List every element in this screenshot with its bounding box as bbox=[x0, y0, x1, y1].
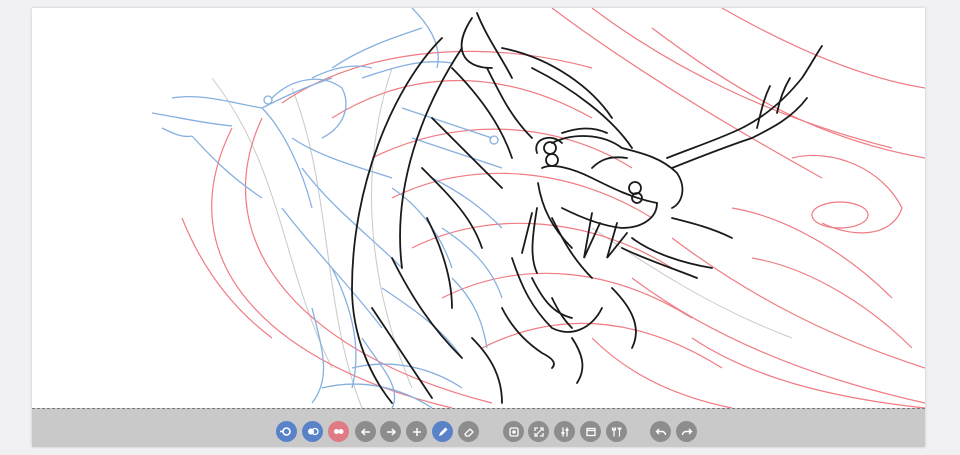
tools-button[interactable] bbox=[606, 421, 627, 442]
fit-view-button[interactable] bbox=[528, 421, 549, 442]
arrow-left-icon bbox=[360, 426, 372, 438]
arrow-right-icon bbox=[385, 426, 397, 438]
previous-frame-button[interactable] bbox=[355, 421, 376, 442]
rough-sketch-layer bbox=[181, 8, 925, 408]
layer-color-icon bbox=[332, 425, 345, 438]
plus-icon bbox=[411, 426, 423, 438]
undo-icon bbox=[655, 426, 667, 438]
sliders-icon bbox=[559, 426, 571, 438]
bottom-toolbar bbox=[32, 408, 925, 447]
ink-layer bbox=[351, 12, 823, 404]
pen-tool-button[interactable] bbox=[432, 421, 453, 442]
expand-icon bbox=[533, 426, 545, 438]
pen-icon bbox=[437, 426, 449, 438]
drawing-canvas[interactable] bbox=[32, 8, 925, 408]
visibility-toggle-icon bbox=[280, 425, 293, 438]
redo-icon bbox=[681, 426, 693, 438]
frames-button[interactable] bbox=[580, 421, 601, 442]
adjust-button[interactable] bbox=[554, 421, 575, 442]
next-frame-button[interactable] bbox=[380, 421, 401, 442]
record-icon bbox=[508, 426, 520, 438]
artwork-svg bbox=[151, 8, 925, 408]
undo-button[interactable] bbox=[650, 421, 671, 442]
tools-icon bbox=[611, 426, 623, 438]
layer-visibility-button[interactable] bbox=[276, 421, 297, 442]
layer-blend-icon bbox=[306, 425, 319, 438]
layer-color-button[interactable] bbox=[328, 421, 349, 442]
layer-blend-button[interactable] bbox=[302, 421, 323, 442]
redo-button[interactable] bbox=[676, 421, 697, 442]
construction-lines bbox=[211, 67, 793, 408]
eraser-tool-button[interactable] bbox=[458, 421, 479, 442]
record-button[interactable] bbox=[503, 421, 524, 442]
eraser-icon bbox=[463, 426, 475, 438]
frames-icon bbox=[585, 426, 597, 438]
add-frame-button[interactable] bbox=[406, 421, 427, 442]
app-window bbox=[32, 8, 925, 447]
